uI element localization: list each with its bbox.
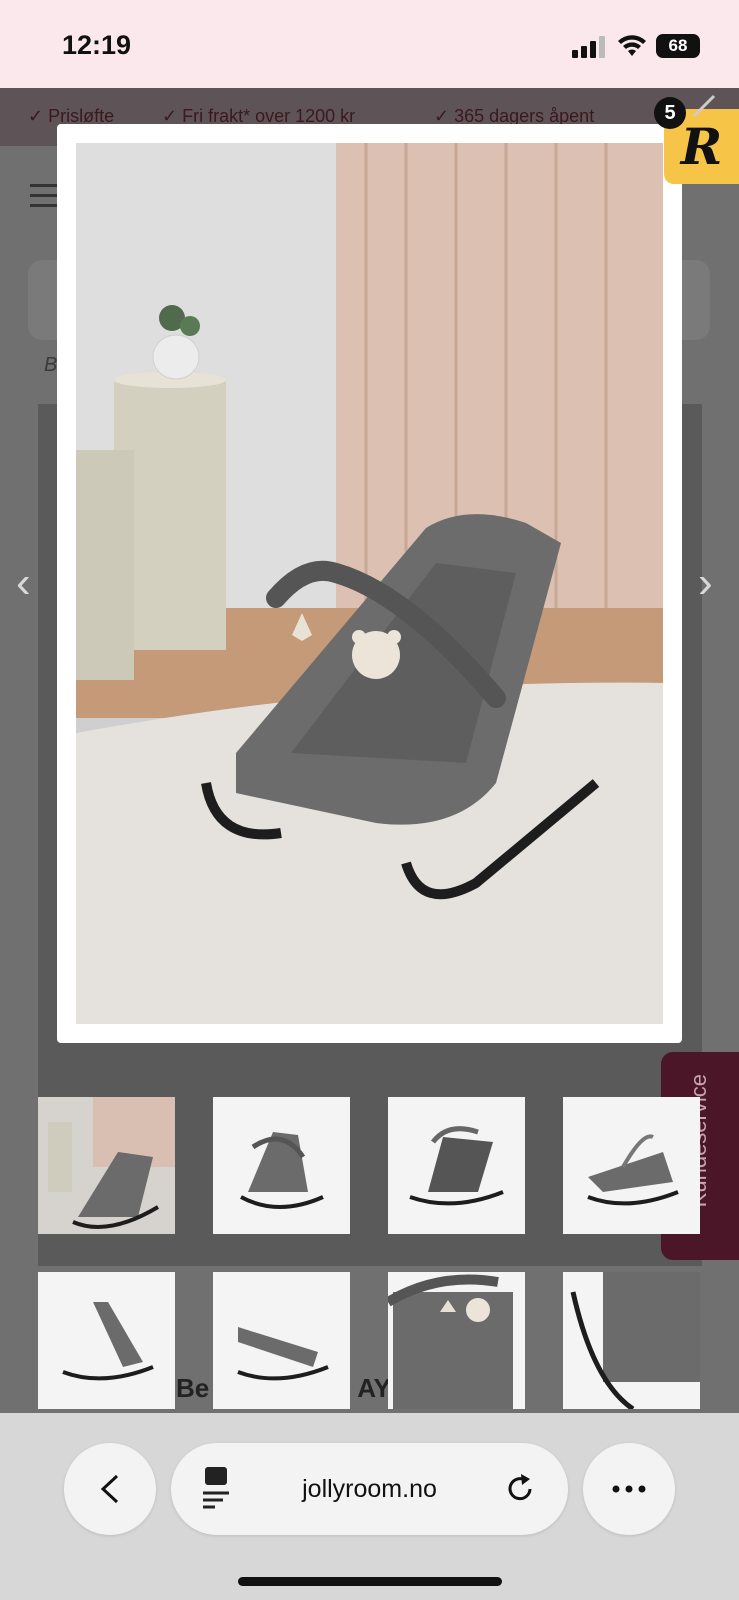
address-bar[interactable]: jollyroom.no [171,1443,568,1535]
close-icon[interactable] [690,92,718,120]
thumbnail-7[interactable] [388,1272,525,1409]
breadcrumb: B [44,354,58,376]
thumbnail-3[interactable] [388,1097,525,1234]
back-icon [100,1474,119,1504]
battery-icon: 68 [656,34,700,58]
more-button[interactable] [583,1443,675,1535]
baby-bouncer-photo [76,143,663,1024]
more-icon [612,1485,646,1493]
notification-badge: 5 [654,97,686,129]
home-indicator[interactable] [238,1577,502,1586]
thumbnail-4[interactable] [563,1097,700,1234]
thumbnail-5[interactable] [38,1272,175,1409]
wifi-icon [618,35,646,56]
thumbnail-2[interactable] [213,1097,350,1234]
cellular-signal-icon [572,36,606,58]
reload-icon[interactable] [504,1473,536,1505]
back-button[interactable] [64,1443,156,1535]
prev-arrow-icon[interactable]: ‹ [16,558,31,608]
status-time: 12:19 [62,30,132,60]
status-bar: 12:19 68 [0,0,739,88]
menu-icon[interactable] [30,184,58,214]
next-arrow-icon[interactable]: › [698,558,713,608]
thumbnail-6[interactable] [213,1272,350,1409]
image-lightbox [57,124,682,1043]
product-photo[interactable] [76,143,663,1024]
thumbnail-1[interactable] [38,1097,175,1234]
thumbnail-8[interactable] [563,1272,700,1409]
